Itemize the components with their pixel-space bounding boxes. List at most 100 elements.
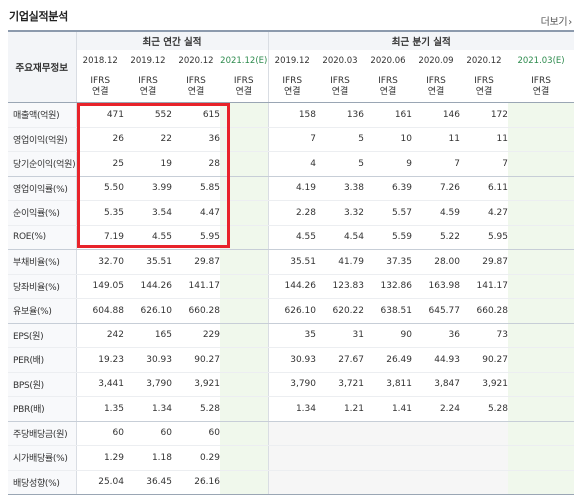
- period-header: 2019.12: [124, 50, 172, 72]
- annual-cell: 60: [75, 421, 124, 446]
- annual-cell: 660.28: [172, 298, 220, 324]
- table-row: 부채비율(%) 32.70 35.51 29.87 35.51 41.79 37.35 28.…: [8, 249, 575, 275]
- table-row: BPS(원) 3,441 3,790 3,921 3,790 3,721 3,811 3,84…: [8, 372, 575, 397]
- quarterly-cell: 1.34: [267, 396, 316, 422]
- std-line-2: 연결: [139, 87, 157, 97]
- annual-cell: 0.29: [172, 445, 220, 471]
- annual-cell: [220, 298, 268, 324]
- annual-cell: [220, 225, 268, 250]
- std-line-2: 연결: [91, 87, 109, 97]
- row-label: BPS(원): [8, 372, 76, 397]
- quarterly-cell: 136: [316, 102, 364, 128]
- quarterly-cell: 90.27: [460, 347, 508, 373]
- quarterly-cell: 161: [364, 102, 412, 128]
- quarterly-cell: 6.39: [364, 176, 412, 201]
- row-label: PBR(배): [8, 396, 76, 422]
- accounting-standard-header: IFRS 연결: [412, 72, 460, 103]
- quarterly-cell: 3.32: [316, 200, 364, 226]
- annual-cell: [220, 151, 268, 177]
- more-link[interactable]: 더보기›: [540, 13, 573, 28]
- period-header: 2020.12: [172, 50, 220, 72]
- annual-cell: 19.23: [75, 347, 124, 373]
- annual-cell: [220, 176, 268, 201]
- quarterly-cell: 163.98: [412, 274, 460, 299]
- annual-cell: 615: [172, 102, 220, 128]
- std-line-2: 연결: [235, 87, 253, 97]
- std-line-1: IFRS: [531, 76, 551, 86]
- row-label: 배당성향(%): [8, 470, 76, 495]
- table-row: 배당성향(%) 25.04 36.45 26.16: [8, 470, 575, 495]
- quarterly-cell: [364, 470, 412, 495]
- quarterly-cell: [508, 151, 575, 177]
- annual-cell: 626.10: [124, 298, 172, 324]
- quarterly-cell: 3,847: [412, 372, 460, 397]
- quarterly-cell: 28.00: [412, 249, 460, 275]
- quarterly-cell: [508, 372, 575, 397]
- annual-cell: 7.19: [75, 225, 124, 250]
- quarterly-cell: 10: [364, 127, 412, 152]
- quarterly-cell: 3,721: [316, 372, 364, 397]
- quarterly-cell: 30.93: [267, 347, 316, 373]
- std-line-1: IFRS: [138, 76, 158, 86]
- quarterly-cell: 4.27: [460, 200, 508, 226]
- quarterly-cell: 660.28: [460, 298, 508, 324]
- quarterly-cell: [508, 470, 575, 495]
- annual-cell: 242: [75, 323, 124, 348]
- quarterly-cell: [508, 102, 575, 128]
- quarterly-cell: [460, 445, 508, 471]
- table-row: 당좌비율(%) 149.05 144.26 141.17 144.26 123.83 132…: [8, 274, 575, 299]
- annual-cell: 36: [172, 127, 220, 152]
- annual-cell: [220, 445, 268, 471]
- quarterly-cell: 7: [460, 151, 508, 177]
- quarterly-cell: 7: [267, 127, 316, 152]
- period-header: 2020.09: [412, 50, 460, 72]
- annual-cell: 26: [75, 127, 124, 152]
- quarterly-cell: [364, 445, 412, 471]
- accounting-standard-header: IFRS 연결: [364, 72, 412, 103]
- row-label: PER(배): [8, 347, 76, 373]
- annual-cell: 1.18: [124, 445, 172, 471]
- quarterly-cell: [460, 470, 508, 495]
- annual-cell: 30.93: [124, 347, 172, 373]
- std-line-1: IFRS: [233, 76, 254, 86]
- quarterly-cell: 4: [267, 151, 316, 177]
- accounting-standard-header: IFRS 연결: [508, 72, 575, 103]
- annual-cell: 3,921: [172, 372, 220, 397]
- annual-cell: 3,790: [124, 372, 172, 397]
- table-row: 주당배당금(원) 60 60 60: [8, 421, 575, 446]
- table-row: 영업이익률(%) 5.50 3.99 5.85 4.19 3.38 6.39 7.26 6.11: [8, 176, 575, 201]
- annual-cell: 5.28: [172, 396, 220, 422]
- quarterly-cell: [364, 421, 412, 446]
- annual-cell: [220, 470, 268, 495]
- std-line-2: 연결: [379, 87, 397, 97]
- quarterly-cell: 5.57: [364, 200, 412, 226]
- quarterly-cell: [267, 445, 316, 471]
- quarterly-cell: [460, 421, 508, 446]
- std-line-2: 연결: [283, 87, 301, 97]
- annual-cell: 471: [75, 102, 124, 128]
- quarterly-cell: 3,921: [460, 372, 508, 397]
- annual-cell: 1.29: [75, 445, 124, 471]
- quarterly-cell: 36: [412, 323, 460, 348]
- annual-cell: 141.17: [172, 274, 220, 299]
- period-header: 2020.12: [460, 50, 508, 72]
- row-label: 매출액(억원): [8, 102, 76, 128]
- std-line-1: IFRS: [330, 76, 350, 86]
- row-label: 순이익률(%): [8, 200, 76, 226]
- row-label: ROE(%): [8, 225, 76, 250]
- quarterly-cell: [508, 421, 575, 446]
- std-line-1: IFRS: [282, 76, 303, 86]
- quarterly-cell: 172: [460, 102, 508, 128]
- quarterly-cell: [412, 470, 460, 495]
- quarterly-cell: 11: [460, 127, 508, 152]
- annual-cell: 22: [124, 127, 172, 152]
- quarterly-cell: [508, 127, 575, 152]
- more-link-label: 더보기: [540, 17, 568, 28]
- quarterly-cell: 144.26: [267, 274, 316, 299]
- row-label: 부채비율(%): [8, 249, 76, 275]
- quarterly-cell: [508, 298, 575, 324]
- quarterly-cell: 35.51: [267, 249, 316, 275]
- quarterly-cell: 638.51: [364, 298, 412, 324]
- quarterly-cell: [316, 470, 364, 495]
- quarterly-cell: [508, 249, 575, 275]
